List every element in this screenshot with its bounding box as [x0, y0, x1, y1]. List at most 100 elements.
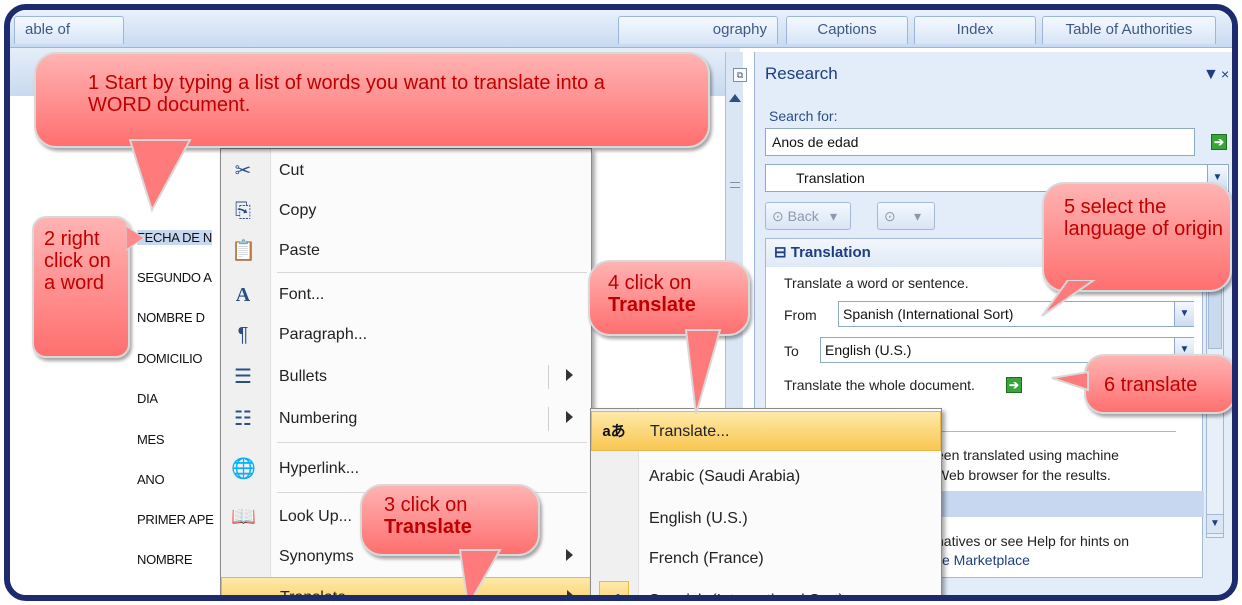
callout-step-5: 5 select the language of origin: [1042, 182, 1232, 292]
scissors-icon: ✂: [234, 160, 252, 182]
menu-item-cut[interactable]: ✂ Cut: [221, 151, 591, 191]
submenu-item-label: French (France): [649, 550, 764, 567]
doc-word[interactable]: NOMBRE D: [137, 310, 205, 325]
menu-item-hyperlink[interactable]: 🌐 Hyperlink...: [221, 449, 591, 489]
from-dropdown-icon[interactable]: ▼: [1174, 302, 1194, 326]
back-arrow-icon: ⊙: [772, 208, 784, 224]
search-for-label: Search for:: [769, 108, 838, 124]
doc-word[interactable]: ANO: [137, 472, 165, 487]
doc-word[interactable]: NOMBRE: [137, 552, 193, 567]
doc-word[interactable]: PRIMER APE: [137, 512, 214, 527]
translate-document-go-icon[interactable]: ➔: [1006, 377, 1022, 393]
menu-item-label: Font...: [279, 286, 325, 303]
callout-step-2: 2 right click on a word: [32, 216, 130, 358]
callout-text: 2 right click on a word: [44, 228, 111, 294]
submenu-item-language-checked[interactable]: ✓ Spanish (International Sort): [591, 581, 941, 601]
tab-index[interactable]: Index: [914, 16, 1036, 44]
menu-item-copy[interactable]: ⎘ Copy: [221, 191, 591, 231]
submenu-item-label: Spanish (International Sort): [649, 592, 844, 601]
submenu-arrow-icon[interactable]: [567, 590, 574, 595]
menu-item-label: Translate: [280, 589, 347, 601]
highlighted-row: [936, 491, 1204, 517]
translate-whole-document-label: Translate the whole document.: [784, 377, 975, 393]
start-search-icon[interactable]: ➔: [1211, 134, 1227, 150]
menu-item-numbering[interactable]: ☷ Numbering: [221, 399, 591, 439]
split-divider: [548, 407, 549, 431]
back-dropdown-icon[interactable]: ▾: [830, 203, 837, 229]
menu-item-label: Synonyms: [279, 548, 354, 565]
callout-1-pointer: [128, 139, 192, 213]
callout-text-part: 3 click on: [384, 494, 468, 516]
callout-text-bold: Translate: [384, 516, 472, 538]
ribbon-tab-strip: able of ography Captions Index Table of …: [10, 10, 1232, 48]
doc-word[interactable]: DOMICILIO: [137, 351, 203, 366]
pane-options-icon[interactable]: ⧉: [733, 68, 747, 82]
doc-word[interactable]: FECHA DE R: [137, 592, 212, 595]
search-input[interactable]: Anos de edad: [765, 128, 1195, 156]
pane-menu-icon[interactable]: ▼: [1203, 66, 1219, 84]
hyperlink-icon: 🌐: [231, 458, 256, 480]
callout-text: 4 click on Translate: [608, 272, 696, 316]
callout-step-3: 3 click on Translate: [360, 484, 540, 556]
doc-word[interactable]: DIA: [137, 391, 158, 406]
menu-item-label: Numbering: [279, 410, 358, 427]
submenu-item-language[interactable]: French (France): [591, 539, 941, 579]
tab-table-of-authorities[interactable]: Table of Authorities: [1042, 16, 1216, 44]
menu-item-label: Paragraph...: [279, 326, 368, 343]
copy-icon: ⎘: [235, 200, 251, 222]
close-icon[interactable]: ×: [1221, 66, 1229, 82]
forward-arrow-icon: ⊙: [884, 208, 896, 224]
callout-text: 3 click on Translate: [384, 494, 472, 538]
callout-text-part: 4 click on: [608, 272, 692, 294]
callout-4-pointer: [684, 329, 722, 415]
checkmark-icon: ✓: [599, 581, 629, 595]
callout-step-1: 1 Start by typing a list of words you wa…: [34, 52, 710, 148]
forward-button[interactable]: ⊙ ▾: [877, 202, 935, 230]
browser-note: Web browser for the results.: [936, 467, 1111, 483]
forward-dropdown-icon[interactable]: ▾: [914, 203, 921, 229]
scroll-grip[interactable]: [730, 182, 740, 188]
menu-item-translate[interactable]: Translate: [221, 577, 591, 601]
menu-item-label: Paste: [279, 242, 320, 259]
tab-captions[interactable]: Captions: [786, 16, 908, 44]
submenu-item-label: Translate...: [650, 423, 730, 440]
translation-section-title: Translation: [790, 244, 871, 261]
scroll-up-arrow[interactable]: [729, 94, 741, 102]
bullets-icon: ☰: [234, 366, 252, 388]
menu-item-label: Bullets: [279, 368, 328, 385]
submenu-item-translate[interactable]: aあ Translate...: [591, 411, 941, 451]
callout-5-pointer: [1041, 280, 1096, 317]
office-marketplace-link[interactable]: ce Marketplace: [935, 552, 1030, 568]
submenu-arrow-icon[interactable]: [566, 549, 573, 561]
from-label: From: [784, 307, 817, 323]
tab-bibliography[interactable]: ography: [618, 16, 778, 44]
doc-word-selected[interactable]: FECHA DE N: [137, 230, 212, 245]
from-language-select[interactable]: Spanish (International Sort): [838, 301, 1194, 327]
translate-icon: aあ: [602, 423, 626, 440]
menu-item-paste[interactable]: 📋 Paste: [221, 231, 591, 271]
submenu-item-label: English (U.S.): [649, 510, 748, 527]
translate-submenu: aあ Translate... Arabic (Saudi Arabia) En…: [590, 408, 942, 601]
paste-icon: 📋: [231, 240, 256, 262]
submenu-arrow-icon[interactable]: [566, 411, 573, 423]
doc-word[interactable]: MES: [137, 432, 165, 447]
submenu-arrow-icon[interactable]: [566, 369, 573, 381]
menu-item-label: Copy: [279, 202, 317, 219]
collapse-icon[interactable]: ⊟: [774, 244, 787, 261]
results-scroll-down-icon[interactable]: ▼: [1206, 514, 1224, 534]
menu-item-paragraph[interactable]: ¶ Paragraph...: [221, 315, 591, 355]
help-hint: natives or see Help for hints on: [936, 533, 1129, 549]
menu-item-font[interactable]: A Font...: [221, 275, 591, 315]
doc-word[interactable]: SEGUNDO A: [137, 270, 212, 285]
menu-item-bullets[interactable]: ☰ Bullets: [221, 357, 591, 397]
menu-item-label: Hyperlink...: [279, 460, 360, 477]
tab-table-of-contents[interactable]: able of: [14, 16, 124, 44]
callout-2-pointer: [126, 225, 145, 251]
research-title: Research: [765, 64, 838, 83]
back-button[interactable]: ⊙ Back ▾: [765, 202, 851, 230]
callout-text: 5 select the language of origin: [1064, 196, 1224, 240]
submenu-item-label: Arabic (Saudi Arabia): [649, 468, 801, 485]
submenu-item-language[interactable]: English (U.S.): [591, 499, 941, 539]
submenu-item-language[interactable]: Arabic (Saudi Arabia): [591, 457, 941, 497]
menu-item-label: Cut: [279, 162, 304, 179]
